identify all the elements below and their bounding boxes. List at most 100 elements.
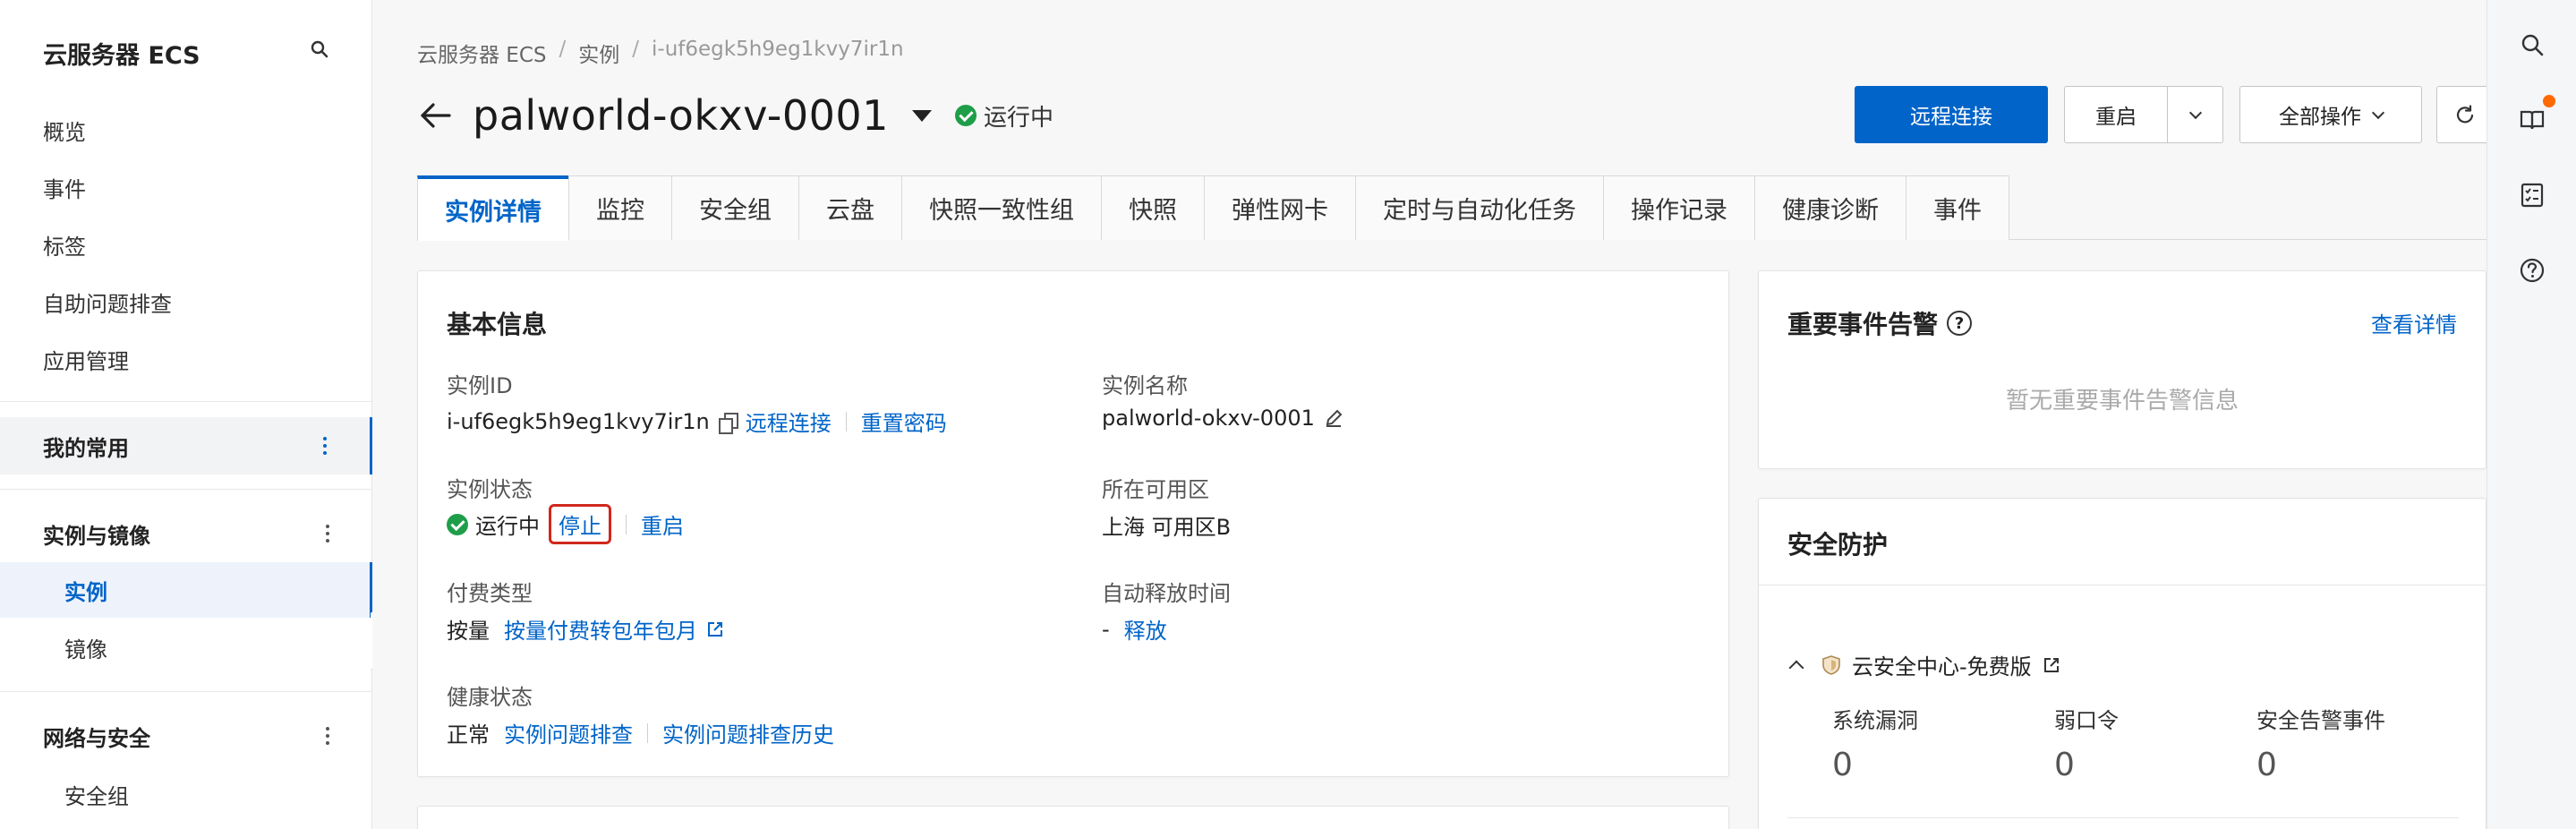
help-icon[interactable] (2518, 256, 2546, 285)
instance-name-label: 实例名称 (1102, 373, 1188, 398)
convert-to-subscription-link[interactable]: 按量付费转包年包月 (504, 613, 697, 645)
stat-label: 弱口令 (2054, 708, 2119, 733)
sidebar-item-instances[interactable]: 实例 (0, 562, 372, 618)
security-protection-card: 安全防护 云安全中心-免费版 系统漏洞 0 弱口令 0 安全告警事件 0 (1758, 498, 2486, 829)
tab-security-groups[interactable]: 安全组 (671, 175, 798, 240)
breadcrumb: 云服务器 ECS / 实例 / i-uf6egk5h9eg1kvy7ir1n (417, 38, 904, 68)
sidebar-item-tags[interactable]: 标签 (43, 229, 86, 261)
back-arrow-icon[interactable] (417, 98, 453, 133)
instance-name-row: palworld-okxv-0001 (1102, 406, 1343, 431)
important-alerts-card: 重要事件告警 ? 查看详情 暂无重要事件告警信息 (1758, 270, 2486, 469)
troubleshoot-link[interactable]: 实例问题排查 (504, 717, 633, 748)
left-sidebar: 云服务器 ECS 概览 事件 标签 自助问题排查 应用管理 我的常用 实例与镜像… (0, 0, 372, 829)
stat-vulnerabilities[interactable]: 系统漏洞 0 (1832, 703, 1918, 783)
sidebar-group-network-security[interactable]: 网络与安全 (0, 707, 372, 765)
troubleshoot-history-link[interactable]: 实例问题排查历史 (662, 717, 834, 748)
tab-operation-logs[interactable]: 操作记录 (1603, 175, 1754, 240)
instance-status-label: 实例状态 (447, 477, 533, 502)
tab-snapshots[interactable]: 快照 (1101, 175, 1204, 240)
external-link-icon[interactable] (2043, 656, 2060, 674)
zone-value: 上海 可用区B (1102, 515, 1232, 540)
stat-security-alerts[interactable]: 安全告警事件 0 (2256, 703, 2385, 783)
instance-name-value: palworld-okxv-0001 (1102, 406, 1315, 431)
check-circle-icon (447, 513, 468, 535)
sidebar-group-label: 网络与安全 (43, 725, 150, 751)
shield-icon (1822, 654, 1840, 675)
help-icon[interactable]: ? (1947, 311, 1973, 336)
more-icon[interactable] (326, 727, 329, 745)
breadcrumb-current: i-uf6egk5h9eg1kvy7ir1n (652, 38, 904, 61)
reset-password-link[interactable]: 重置密码 (861, 406, 947, 437)
more-icon[interactable] (326, 525, 329, 543)
tab-health-diagnosis[interactable]: 健康诊断 (1754, 175, 1906, 240)
all-actions-label: 全部操作 (2279, 106, 2361, 129)
status-badge: 运行中 (954, 99, 1053, 132)
tab-elastic-nics[interactable]: 弹性网卡 (1204, 175, 1355, 240)
caret-down-icon[interactable] (911, 109, 932, 122)
sidebar-item-app-management[interactable]: 应用管理 (43, 344, 129, 375)
restart-dropdown-button[interactable] (2168, 86, 2223, 143)
sidebar-item-security-groups[interactable]: 安全组 (0, 766, 372, 822)
restart-link[interactable]: 重启 (641, 509, 684, 540)
chevron-up-icon[interactable] (1788, 660, 1804, 675)
billing-type-row: 按量 按量付费转包年包月 (447, 613, 724, 645)
book-icon[interactable] (2518, 106, 2546, 134)
instance-id-value: i-uf6egk5h9eg1kvy7ir1n (447, 408, 710, 434)
sidebar-group-label: 实例与镜像 (43, 523, 150, 549)
page-title: palworld-okxv-0001 (473, 91, 889, 140)
breadcrumb-separator: / (559, 38, 567, 61)
edit-icon[interactable] (1324, 408, 1343, 428)
sidebar-item-overview[interactable]: 概览 (43, 115, 86, 146)
all-actions-button[interactable]: 全部操作 (2239, 86, 2422, 143)
stat-value: 0 (1832, 747, 1853, 783)
search-icon[interactable] (2518, 30, 2546, 59)
basic-info-card: 基本信息 实例ID i-uf6egk5h9eg1kvy7ir1n 远程连接 重置… (417, 270, 1729, 777)
breadcrumb-separator: / (632, 38, 640, 61)
page-header: palworld-okxv-0001 运行中 (417, 84, 1053, 147)
remote-connect-link[interactable]: 远程连接 (746, 406, 832, 437)
checklist-icon[interactable] (2518, 181, 2546, 209)
tab-bar: 实例详情 监控 安全组 云盘 快照一致性组 快照 弹性网卡 定时与自动化任务 操… (417, 175, 2486, 241)
tab-disks[interactable]: 云盘 (798, 175, 901, 240)
tab-instance-details[interactable]: 实例详情 (417, 175, 568, 241)
sidebar-divider (0, 401, 372, 402)
sidebar-item-self-troubleshoot[interactable]: 自助问题排查 (43, 286, 172, 318)
sidebar-group-favorites[interactable]: 我的常用 (0, 417, 372, 474)
alerts-title: 重要事件告警 (1787, 310, 1939, 339)
sidebar-group-label: 我的常用 (43, 435, 129, 461)
action-toolbar: 远程连接 重启 全部操作 (1855, 86, 2494, 143)
stop-link[interactable]: 停止 (549, 504, 611, 544)
sidebar-group-instances-images[interactable]: 实例与镜像 (0, 505, 372, 562)
restart-button[interactable]: 重启 (2064, 86, 2168, 143)
stat-value: 0 (2256, 747, 2277, 783)
check-circle-icon (954, 105, 977, 126)
refresh-button[interactable] (2436, 86, 2494, 143)
copy-icon[interactable] (718, 412, 738, 434)
tab-monitoring[interactable]: 监控 (568, 175, 671, 240)
section-divider (1787, 817, 2459, 818)
next-card (417, 806, 1729, 829)
view-details-link[interactable]: 查看详情 (2371, 307, 2457, 338)
link-divider (647, 722, 648, 743)
external-link-icon[interactable] (706, 620, 724, 638)
right-toolbar (2486, 0, 2576, 829)
breadcrumb-root[interactable]: 云服务器 ECS (417, 38, 547, 68)
security-center-row[interactable]: 云安全中心-免费版 (1788, 649, 2060, 680)
tab-snapshot-consistency-groups[interactable]: 快照一致性组 (901, 175, 1101, 240)
remote-connect-button[interactable]: 远程连接 (1855, 86, 2048, 143)
tab-events[interactable]: 事件 (1906, 175, 2009, 240)
breadcrumb-instances[interactable]: 实例 (578, 38, 619, 68)
sidebar-item-events[interactable]: 事件 (43, 172, 86, 203)
sidebar-title: 云服务器 ECS (43, 42, 200, 70)
release-link[interactable]: 释放 (1124, 613, 1167, 645)
search-icon[interactable] (310, 39, 329, 59)
stat-weak-passwords[interactable]: 弱口令 0 (2054, 703, 2119, 783)
tab-scheduled-tasks[interactable]: 定时与自动化任务 (1355, 175, 1603, 240)
stat-value: 0 (2054, 747, 2075, 783)
more-icon[interactable] (323, 437, 327, 455)
sidebar-item-images[interactable]: 镜像 (0, 620, 372, 675)
alerts-title-row: 重要事件告警 ? (1787, 305, 1973, 341)
instance-status-value: 运行中 (475, 514, 540, 539)
security-center-name: 云安全中心-免费版 (1852, 654, 2032, 679)
main-content: 云服务器 ECS / 实例 / i-uf6egk5h9eg1kvy7ir1n p… (372, 0, 2494, 829)
